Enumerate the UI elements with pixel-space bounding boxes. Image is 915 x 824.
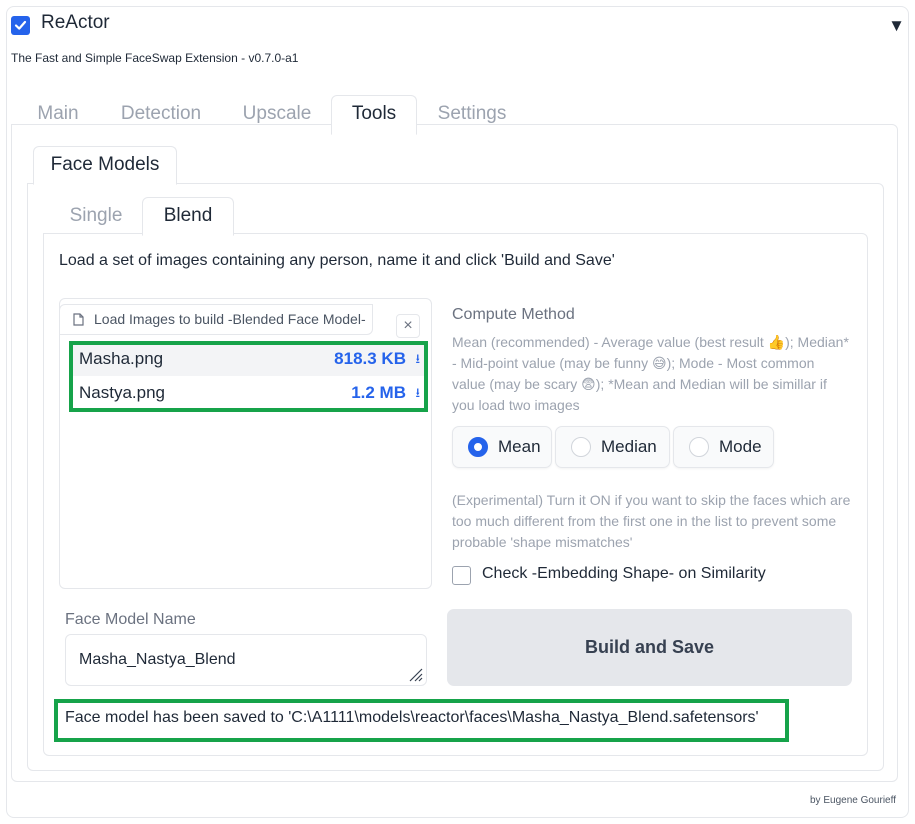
tab-face-models[interactable]: Face Models [33, 146, 177, 185]
radio-dot [571, 437, 591, 457]
clear-files-button[interactable]: × [396, 314, 420, 338]
radio-dot [468, 437, 488, 457]
file-icon [73, 313, 84, 326]
face-model-name-input[interactable]: Masha_Nastya_Blend [65, 634, 427, 686]
file-row[interactable]: Masha.png 818.3 KB ⭳ [73, 342, 424, 376]
face-model-name-label: Face Model Name [65, 611, 196, 628]
experimental-info: (Experimental) Turn it ON if you want to… [452, 492, 851, 550]
uploader-label: Load Images to build -Blended Face Model… [59, 304, 373, 335]
similarity-checkbox[interactable] [452, 566, 471, 585]
face-model-name-value: Masha_Nastya_Blend [79, 651, 236, 668]
file-name: Masha.png [79, 349, 164, 368]
radio-mode[interactable]: Mode [673, 426, 774, 468]
radio-label: Mean [498, 437, 541, 456]
enable-checkbox[interactable] [11, 16, 30, 35]
download-icon[interactable]: ⭳ [415, 342, 420, 376]
compute-method-label: Compute Method [452, 306, 575, 323]
uploader-label-text: Load Images to build -Blended Face Model… [94, 311, 366, 327]
file-size[interactable]: 818.3 KB [334, 342, 406, 376]
tab-tools[interactable]: Tools [331, 95, 417, 135]
resize-handle-icon[interactable] [406, 665, 424, 683]
file-row[interactable]: Nastya.png 1.2 MB ⭳ [73, 376, 424, 410]
author-credit: by Eugene Gourieff [810, 795, 896, 806]
triangle-down-icon[interactable]: ▼ [888, 16, 905, 36]
file-size[interactable]: 1.2 MB [351, 376, 406, 410]
download-icon[interactable]: ⭳ [415, 376, 420, 410]
compute-method-info: Mean (recommended) - Average value (best… [452, 334, 849, 413]
app-title: ReActor [41, 12, 110, 33]
status-message: Face model has been saved to 'C:\A1111\m… [65, 709, 759, 726]
similarity-checkbox-label[interactable]: Check -Embedding Shape- on Similarity [482, 565, 766, 583]
radio-dot [689, 437, 709, 457]
tab-single[interactable]: Single [57, 198, 135, 236]
instructions-text: Load a set of images containing any pers… [59, 252, 615, 269]
tab-blend[interactable]: Blend [142, 197, 234, 236]
radio-label: Median [601, 437, 657, 456]
radio-label: Mode [719, 437, 762, 456]
build-and-save-button[interactable]: Build and Save [447, 609, 852, 686]
radio-median[interactable]: Median [555, 426, 670, 468]
app-subtitle: The Fast and Simple FaceSwap Extension -… [11, 51, 299, 65]
file-name: Nastya.png [79, 383, 165, 402]
radio-mean[interactable]: Mean [452, 426, 552, 468]
check-icon [14, 20, 27, 30]
